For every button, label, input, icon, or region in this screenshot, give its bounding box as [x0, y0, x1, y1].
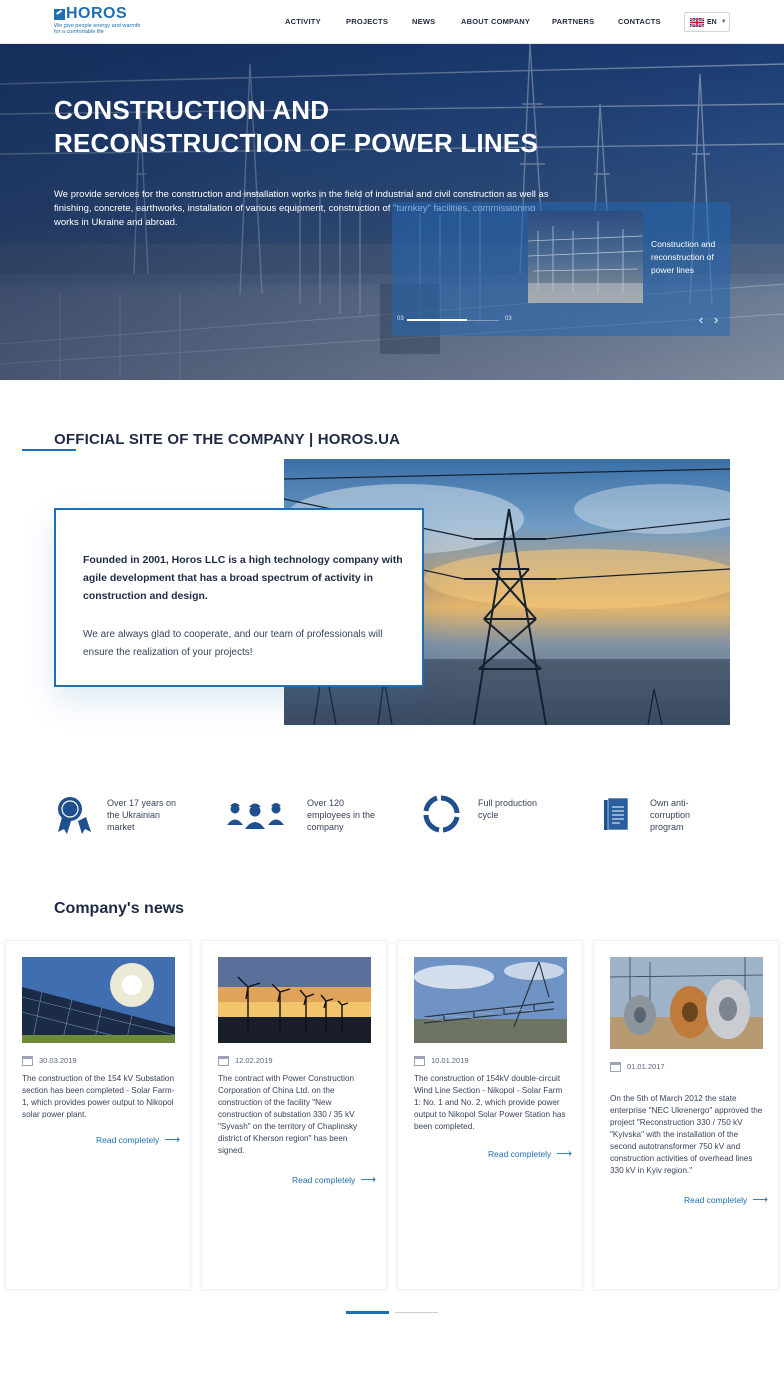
- hero-title: CONSTRUCTION AND RECONSTRUCTION OF POWER…: [54, 94, 574, 160]
- slider-current-number: 03: [397, 316, 404, 322]
- news-date-text: 30.03.2019: [39, 1056, 77, 1065]
- medal-icon: [58, 797, 91, 834]
- feature-anti-corruption-text: Own anti-corruption program: [650, 798, 691, 832]
- news-section-title: Company's news: [54, 900, 185, 917]
- site-header: HOROS We give people energy and warmth f…: [0, 0, 784, 44]
- hero-title-line-1: CONSTRUCTION AND: [54, 95, 330, 125]
- about-card: Founded in 2001, Horos LLC is a high tec…: [54, 508, 424, 687]
- calendar-icon: [218, 1056, 229, 1066]
- document-icon: [604, 797, 629, 831]
- logo-tagline-2: for a comfortable life: [54, 29, 104, 35]
- pager-dot[interactable]: [395, 1312, 438, 1313]
- news-image-solar-panels[interactable]: [22, 957, 175, 1043]
- news-date: 12.02.2019: [218, 1055, 273, 1066]
- caret-down-icon: ▼: [720, 19, 727, 25]
- nav-item-partners[interactable]: PARTNERS: [552, 17, 594, 26]
- news-card[interactable]: 12.02.2019 The contract with Power Const…: [201, 940, 387, 1290]
- about-intro-text: We are always glad to cooperate, and our…: [83, 629, 383, 658]
- news-date-text: 01.01.2017: [627, 1062, 665, 1071]
- nav-item-activity[interactable]: ACTIVITY: [285, 17, 321, 26]
- news-text: On the 5th of March 2012 the state enter…: [610, 1094, 763, 1175]
- news-text: The construction of the 154 kV Substatio…: [22, 1074, 175, 1119]
- news-image-cable-drums[interactable]: [610, 957, 763, 1049]
- cycle-icon: [423, 795, 460, 833]
- slider-total-number: 03: [505, 316, 512, 322]
- nav-item-about-company[interactable]: ABOUT COMPANY: [461, 17, 530, 26]
- news-card[interactable]: 30.03.2019 The construction of the 154 k…: [5, 940, 191, 1290]
- about-section-title: OFFICIAL SITE OF THE COMPANY | HOROS.UA: [54, 431, 401, 448]
- crane-construction-image: [414, 957, 567, 1043]
- news-image-wind-turbines[interactable]: [218, 957, 371, 1043]
- feature-production-cycle-text: Full production cycle: [478, 798, 538, 820]
- news-date-text: 10.01.2019: [431, 1056, 469, 1065]
- arrow-right-icon: ⟶: [360, 1174, 377, 1186]
- solar-panels-image: [22, 957, 175, 1043]
- slide-preview-thumbnail[interactable]: [528, 211, 643, 303]
- slider-fill: [407, 319, 467, 321]
- news-image-crane-construction[interactable]: [414, 957, 567, 1043]
- chevron-right-icon[interactable]: ›: [710, 313, 722, 326]
- calendar-icon: [414, 1056, 425, 1066]
- arrow-right-icon: ⟶: [556, 1148, 573, 1160]
- read-more-link[interactable]: Read completely ⟶: [292, 1173, 376, 1186]
- calendar-icon: [610, 1062, 621, 1072]
- news-text: The contract with Power Construction Cor…: [218, 1074, 358, 1155]
- read-more-label: Read completely: [292, 1174, 356, 1185]
- calendar-icon: [22, 1056, 33, 1066]
- feature-employees-text: Over 120 employees in the company: [307, 798, 376, 832]
- read-more-link[interactable]: Read completely ⟶: [684, 1193, 768, 1206]
- news-date: 01.01.2017: [610, 1061, 665, 1072]
- workers-icon: [227, 803, 284, 829]
- news-date-text: 12.02.2019: [235, 1056, 273, 1065]
- news-card[interactable]: 10.01.2019 The construction of 154kV dou…: [397, 940, 583, 1290]
- read-more-label: Read completely: [684, 1194, 748, 1205]
- language-select[interactable]: EN ▼: [684, 12, 730, 32]
- nav-item-contacts[interactable]: CONTACTS: [618, 17, 661, 26]
- arrow-right-icon: ⟶: [752, 1194, 769, 1206]
- uk-flag-icon: [690, 17, 704, 27]
- slide-preview-caption: Construction and reconstruction of power…: [651, 239, 716, 275]
- read-more-link[interactable]: Read completely ⟶: [488, 1147, 572, 1160]
- wind-turbines-image: [218, 957, 371, 1043]
- read-more-label: Read completely: [96, 1134, 160, 1145]
- about-intro-strong: Founded in 2001, Horos LLC is a high tec…: [83, 554, 403, 602]
- language-value: EN: [707, 18, 717, 26]
- cable-drums-image: [610, 957, 763, 1049]
- arrow-right-icon: ⟶: [164, 1134, 181, 1146]
- nav-item-projects[interactable]: PROJECTS: [346, 17, 388, 26]
- pager-dot-active[interactable]: [346, 1311, 389, 1314]
- news-date: 30.03.2019: [22, 1055, 77, 1066]
- substation-thumbnail-image: [528, 221, 643, 303]
- slider-progress: 03 03: [397, 315, 515, 325]
- read-more-label: Read completely: [488, 1148, 552, 1159]
- main-nav: ACTIVITY PROJECTS NEWS ABOUT COMPANY PAR…: [0, 17, 784, 29]
- nav-item-news[interactable]: NEWS: [412, 17, 435, 26]
- news-date: 10.01.2019: [414, 1055, 469, 1066]
- section-title-underline: [22, 449, 76, 451]
- news-card[interactable]: 01.01.2017 On the 5th of March 2012 the …: [593, 940, 779, 1290]
- read-more-link[interactable]: Read completely ⟶: [96, 1133, 180, 1146]
- news-text: The construction of 154kV double-circuit…: [414, 1074, 566, 1131]
- chevron-left-icon[interactable]: ‹: [695, 313, 707, 326]
- hero-title-line-2: RECONSTRUCTION OF POWER LINES: [54, 128, 538, 158]
- feature-years-text: Over 17 years on the Ukrainian market: [107, 798, 177, 832]
